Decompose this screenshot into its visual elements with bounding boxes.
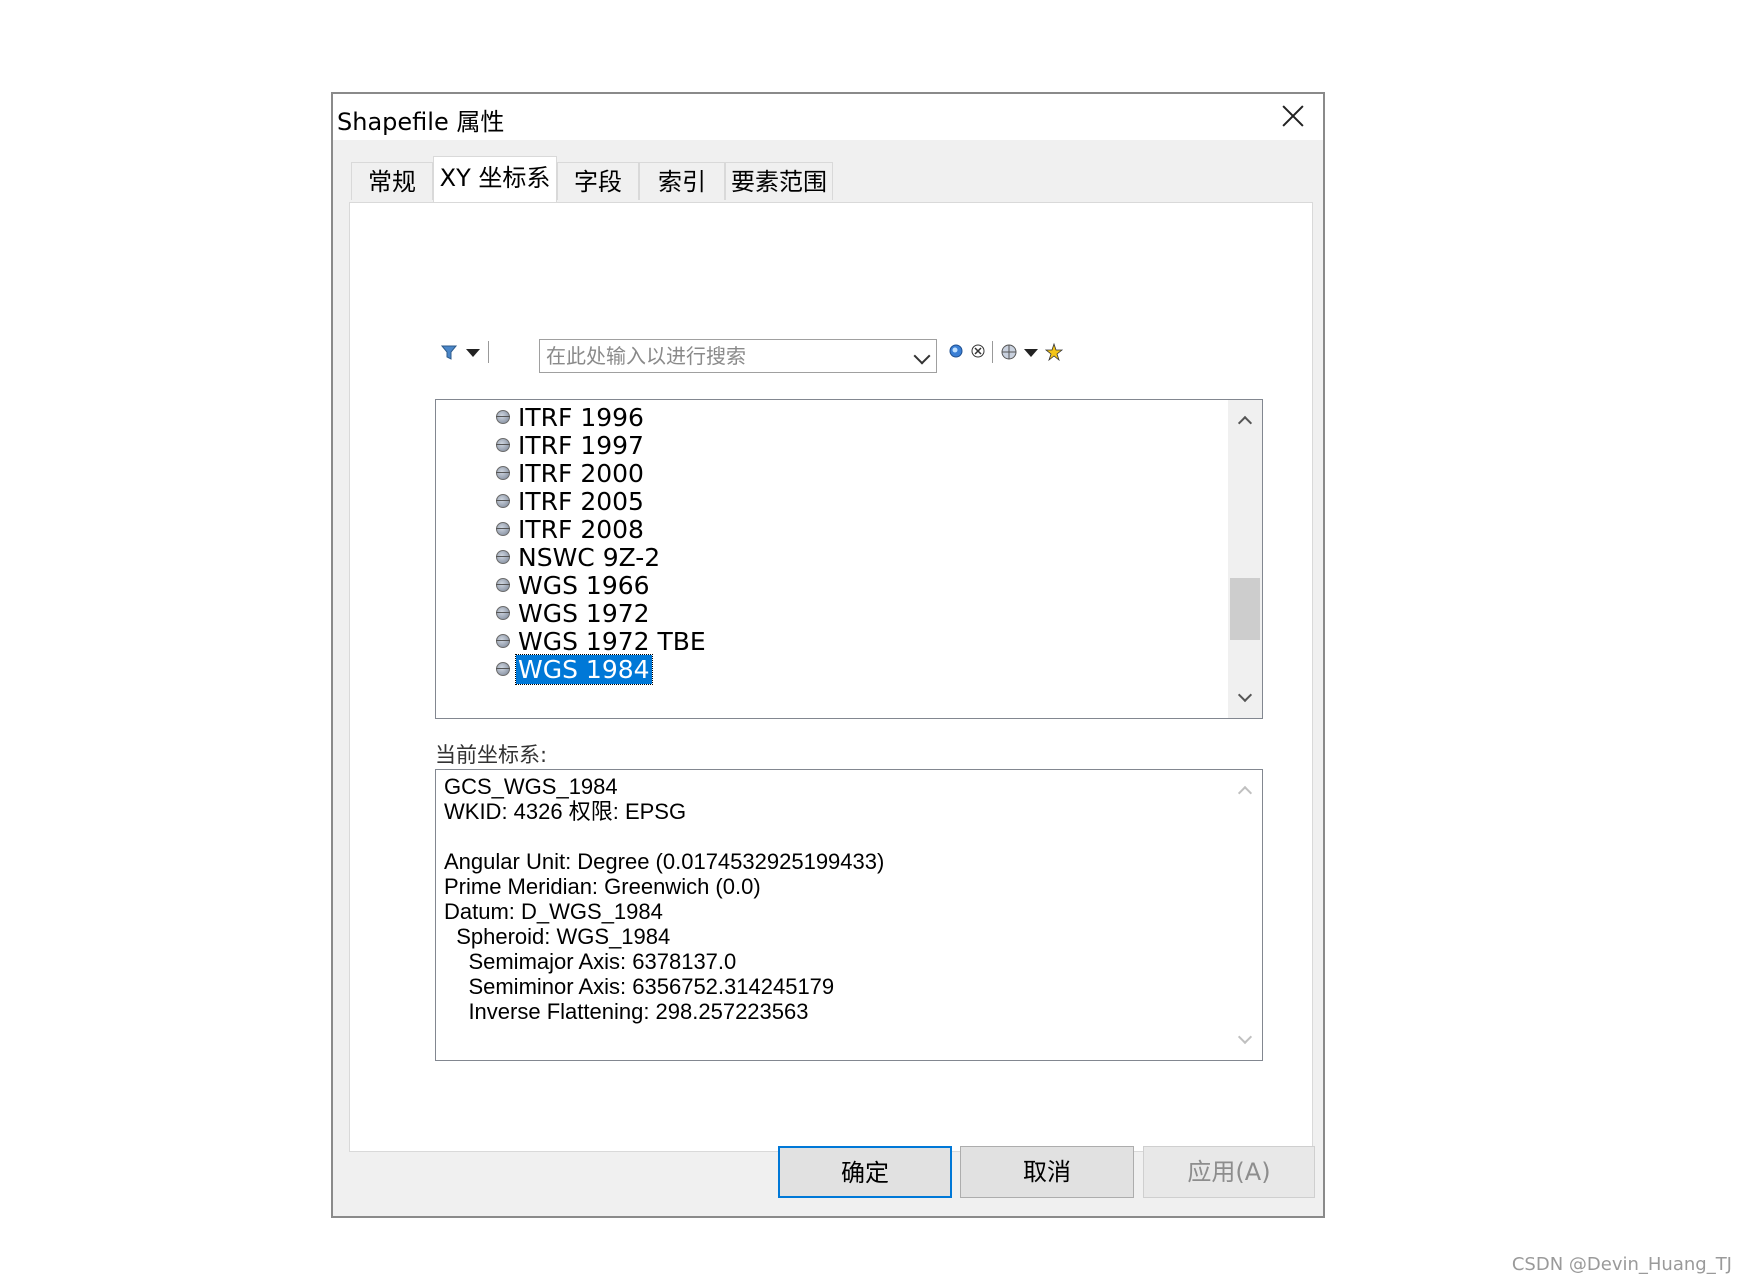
tree-item-selected[interactable]: WGS 1984 (496, 653, 653, 685)
toolbar-separator (992, 341, 993, 363)
tab-panel: 在此处输入以进行搜索 ITRF 1996 ITRF 1997 ITRF 2000… (349, 202, 1313, 1152)
globe-icon (496, 522, 510, 536)
tab-general[interactable]: 常规 (351, 162, 433, 200)
search-placeholder: 在此处输入以进行搜索 (546, 344, 746, 368)
title-bar: Shapefile 属性 (333, 94, 1323, 140)
scroll-up-icon[interactable] (1237, 415, 1253, 431)
scrollbar-thumb[interactable] (1230, 578, 1260, 640)
details-scrollbar[interactable] (1228, 770, 1262, 1060)
watermark: CSDN @Devin_Huang_TJ (1511, 1254, 1732, 1275)
globe-icon (496, 578, 510, 592)
globe-icon (496, 494, 510, 508)
tree-scrollbar[interactable] (1228, 400, 1262, 718)
globe-icon[interactable] (1000, 343, 1018, 361)
globe-icon (496, 550, 510, 564)
globe-icon (496, 662, 510, 676)
favorite-star-icon[interactable] (1044, 342, 1064, 362)
current-coordinate-system-label: 当前坐标系: (435, 743, 548, 767)
filter-icon[interactable] (440, 343, 460, 363)
apply-button[interactable]: 应用(A) (1143, 1146, 1315, 1198)
cancel-button[interactable]: 取消 (960, 1146, 1134, 1198)
search-icon[interactable] (948, 343, 966, 361)
globe-icon (496, 606, 510, 620)
search-combobox[interactable]: 在此处输入以进行搜索 (539, 339, 937, 373)
tree-item[interactable]: WGS 1972 (496, 598, 652, 628)
globe-icon (496, 634, 510, 648)
scroll-down-icon[interactable] (1237, 687, 1253, 703)
scroll-up-icon[interactable] (1237, 785, 1253, 801)
dialog-title: Shapefile 属性 (337, 108, 505, 136)
tree-item[interactable]: NSWC 9Z-2 (496, 542, 662, 572)
tree-item[interactable]: ITRF 1996 (496, 402, 646, 432)
ok-button[interactable]: 确定 (778, 1146, 952, 1198)
dropdown-arrow-icon[interactable] (1024, 349, 1038, 357)
coordinate-system-tree[interactable]: ITRF 1996 ITRF 1997 ITRF 2000 ITRF 2005 … (435, 399, 1263, 719)
globe-icon (496, 410, 510, 424)
tab-feature-extent[interactable]: 要素范围 (725, 162, 833, 200)
tree-item[interactable]: WGS 1966 (496, 570, 652, 600)
scroll-down-icon[interactable] (1237, 1029, 1253, 1045)
shapefile-properties-dialog: Shapefile 属性 常规 XY 坐标系 字段 索引 要素范围 在此处输入以… (331, 92, 1325, 1218)
tree-item[interactable]: ITRF 2005 (496, 486, 646, 516)
tab-indexes[interactable]: 索引 (639, 162, 725, 200)
current-coordinate-system-details[interactable]: GCS_WGS_1984 WKID: 4326 权限: EPSG Angular… (435, 769, 1263, 1061)
dropdown-arrow-icon[interactable] (466, 349, 480, 357)
close-icon[interactable] (1277, 100, 1309, 132)
coordinate-system-text: GCS_WGS_1984 WKID: 4326 权限: EPSG Angular… (444, 774, 885, 1024)
chevron-down-icon[interactable] (913, 347, 931, 365)
tree-item[interactable]: ITRF 2000 (496, 458, 646, 488)
tree-item[interactable]: WGS 1972 TBE (496, 626, 708, 656)
toolbar-separator (488, 341, 489, 363)
tab-fields[interactable]: 字段 (557, 162, 639, 200)
tab-xy-coordinate-system[interactable]: XY 坐标系 (433, 156, 557, 202)
tree-item[interactable]: ITRF 2008 (496, 514, 646, 544)
clear-search-icon[interactable] (970, 343, 988, 361)
globe-icon (496, 438, 510, 452)
globe-icon (496, 466, 510, 480)
tree-item[interactable]: ITRF 1997 (496, 430, 646, 460)
